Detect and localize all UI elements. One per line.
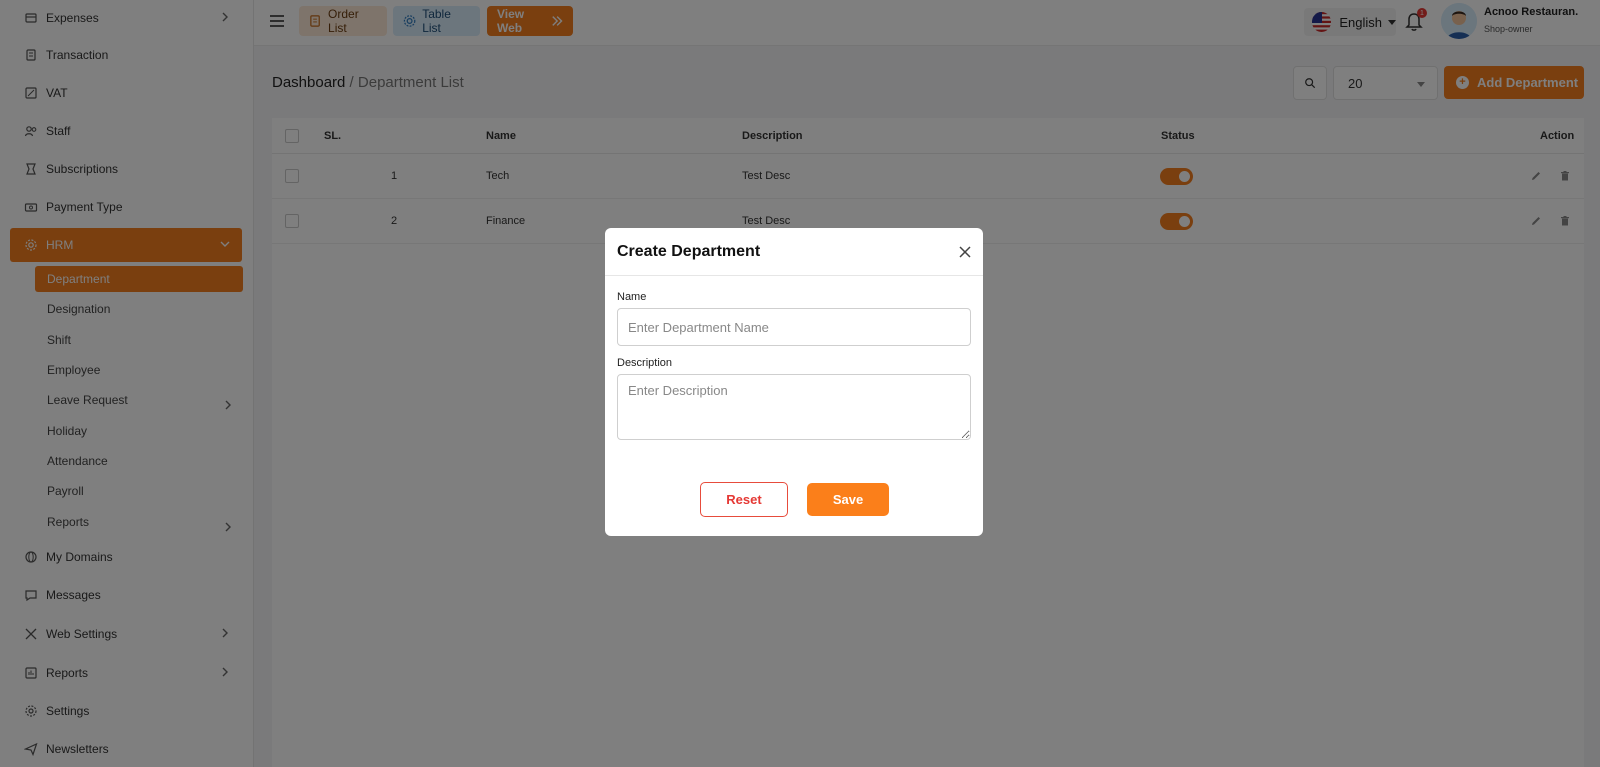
- save-button[interactable]: Save: [807, 483, 889, 516]
- department-name-input[interactable]: [617, 308, 971, 346]
- modal-divider: [605, 275, 983, 276]
- reset-button[interactable]: Reset: [700, 482, 788, 517]
- description-textarea[interactable]: [617, 374, 971, 440]
- description-label: Description: [617, 357, 673, 369]
- name-label: Name: [617, 291, 647, 303]
- create-department-modal: Create Department Name Description Reset…: [605, 228, 983, 536]
- close-icon[interactable]: [957, 244, 973, 260]
- modal-title: Create Department: [617, 243, 761, 260]
